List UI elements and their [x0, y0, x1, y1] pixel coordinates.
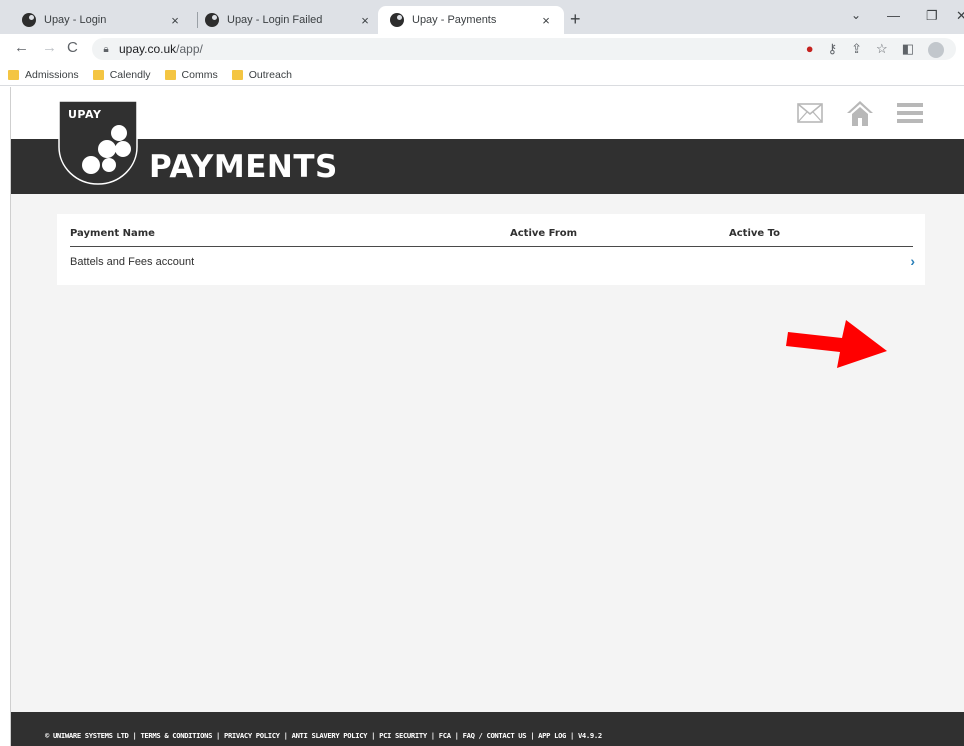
footer-links[interactable]: © UNIWARE SYSTEMS LTD | TERMS & CONDITIO… — [45, 731, 602, 740]
new-tab-button[interactable]: + — [570, 9, 581, 30]
close-window-button[interactable]: ✕ — [956, 8, 964, 24]
payments-card: Payment Name Active From Active To Batte… — [57, 214, 925, 285]
table-header: Payment Name Active From Active To — [70, 227, 913, 247]
bookmark-admissions[interactable]: Admissions — [8, 69, 79, 81]
url-path: /app/ — [176, 42, 203, 56]
page-banner: PAYMENTS — [11, 139, 964, 194]
header-actions — [797, 99, 923, 127]
bookmark-label: Outreach — [248, 68, 292, 81]
bookmark-outreach[interactable]: Outreach — [231, 68, 292, 81]
site-header — [11, 87, 964, 139]
red-arrow-annotation — [786, 320, 887, 368]
folder-icon — [8, 69, 19, 80]
lock-icon[interactable]: 🔒︎ — [100, 44, 112, 55]
browser-tab-strip: Upay - Login × Upay - Login Failed × Upa… — [0, 0, 964, 34]
table-row[interactable]: Battels and Fees account › — [70, 253, 915, 274]
bookmark-label: Admissions — [25, 68, 79, 81]
tab-title: Upay - Payments — [412, 14, 497, 26]
tab-upay-login[interactable]: Upay - Login × — [10, 6, 193, 34]
logo-text: UPAY — [68, 108, 102, 121]
profile-avatar-icon[interactable] — [928, 42, 944, 58]
chevron-right-icon[interactable]: › — [910, 253, 915, 269]
folder-icon — [164, 69, 176, 80]
column-active-to: Active To — [729, 228, 781, 239]
side-panel-icon[interactable]: ◧ — [902, 41, 914, 57]
column-active-from: Active From — [510, 228, 578, 239]
restore-button[interactable]: ❐ — [926, 8, 938, 24]
page-title: PAYMENTS — [149, 149, 338, 185]
upay-favicon-icon — [205, 13, 219, 27]
folder-icon — [92, 69, 104, 80]
url-host: upay.co.uk — [119, 42, 177, 56]
blocked-icon[interactable]: ● — [806, 41, 814, 57]
minimize-button[interactable]: — — [887, 8, 900, 23]
address-toolbar: ← → C 🔒︎ upay.co.uk /app/ ● ⚷ ⇪ ☆ ◧ — [0, 34, 964, 64]
close-icon[interactable]: × — [167, 13, 183, 28]
bookmarks-bar: Admissions Calendly Comms Outreach — [0, 64, 964, 86]
upay-favicon-icon — [22, 13, 36, 27]
bookmark-label: Calendly — [109, 68, 151, 81]
bookmark-star-icon[interactable]: ☆ — [876, 41, 888, 57]
back-button[interactable]: ← — [14, 39, 29, 56]
reload-button[interactable]: C — [67, 39, 78, 56]
omnibox-actions: ● ⚷ ⇪ ☆ ◧ — [806, 41, 944, 58]
key-icon[interactable]: ⚷ — [828, 41, 838, 57]
mail-icon[interactable] — [797, 103, 823, 123]
page-content: PAYMENTS UPAY Payment Name Active From A… — [10, 87, 964, 746]
tab-title: Upay - Login — [44, 14, 107, 26]
payment-name-cell[interactable]: Battels and Fees account — [70, 256, 194, 268]
tab-upay-payments[interactable]: Upay - Payments × — [378, 6, 564, 34]
bookmark-calendly[interactable]: Calendly — [92, 68, 151, 81]
close-icon[interactable]: × — [357, 13, 373, 28]
site-footer: © UNIWARE SYSTEMS LTD | TERMS & CONDITIO… — [11, 712, 964, 746]
tab-title: Upay - Login Failed — [227, 14, 323, 26]
close-icon[interactable]: × — [538, 13, 554, 28]
hamburger-menu-icon[interactable] — [897, 102, 923, 124]
home-icon[interactable] — [845, 99, 875, 127]
tab-upay-login-failed[interactable]: Upay - Login Failed × — [193, 6, 383, 34]
bookmark-comms[interactable]: Comms — [164, 68, 218, 81]
bookmark-label: Comms — [181, 68, 218, 81]
folder-icon — [231, 69, 243, 80]
tab-search-button[interactable]: ⌄ — [851, 8, 861, 22]
column-payment-name: Payment Name — [70, 228, 155, 239]
forward-button[interactable]: → — [42, 39, 57, 56]
upay-favicon-icon — [390, 13, 404, 27]
share-icon[interactable]: ⇪ — [851, 41, 862, 57]
url-field[interactable]: 🔒︎ upay.co.uk /app/ ● ⚷ ⇪ ☆ ◧ — [92, 38, 956, 60]
